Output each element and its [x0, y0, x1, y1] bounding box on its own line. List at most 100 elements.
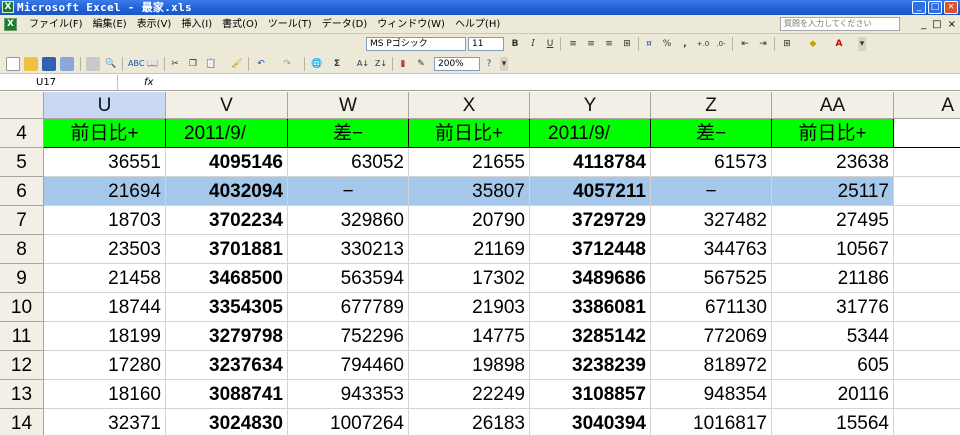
cell-z7[interactable]: 327482 — [651, 206, 772, 235]
cell-ab14[interactable] — [894, 409, 960, 435]
column-header-ab[interactable]: A — [894, 92, 960, 119]
row-header[interactable]: 9 — [0, 264, 44, 293]
bold-button[interactable]: B — [508, 37, 522, 51]
cell-x4[interactable]: 前日比+ — [409, 119, 530, 148]
cell-u7[interactable]: 18703 — [44, 206, 166, 235]
cell-z12[interactable]: 818972 — [651, 351, 772, 380]
cell-w10[interactable]: 677789 — [288, 293, 409, 322]
autosum-button[interactable]: Σ — [330, 57, 344, 71]
doc-restore-button[interactable]: □ — [932, 18, 941, 31]
row-header[interactable]: 13 — [0, 380, 44, 409]
row-header[interactable]: 4 — [0, 119, 44, 148]
cell-u14[interactable]: 32371 — [44, 409, 166, 435]
cell-v4[interactable]: 2011/9/ — [166, 119, 288, 148]
underline-button[interactable]: U — [543, 37, 557, 51]
row-header[interactable]: 5 — [0, 148, 44, 177]
row-header[interactable]: 12 — [0, 351, 44, 380]
cell-w14[interactable]: 1007264 — [288, 409, 409, 435]
zoom-select[interactable]: 200% — [434, 57, 480, 71]
open-icon[interactable] — [24, 57, 38, 71]
doc-minimize-button[interactable]: _ — [921, 18, 926, 31]
font-size-select[interactable]: 11 — [468, 37, 504, 51]
cell-y7[interactable]: 3729729 — [530, 206, 651, 235]
row-header[interactable]: 11 — [0, 322, 44, 351]
menu-format[interactable]: 書式(O) — [217, 15, 263, 34]
cell-ab4[interactable] — [894, 119, 960, 148]
cell-ab8[interactable] — [894, 235, 960, 264]
cell-aa10[interactable]: 31776 — [772, 293, 894, 322]
cell-u8[interactable]: 23503 — [44, 235, 166, 264]
cell-z9[interactable]: 567525 — [651, 264, 772, 293]
cell-v5[interactable]: 4095146 — [166, 148, 288, 177]
print-icon[interactable] — [86, 57, 100, 71]
name-box[interactable]: U17 — [0, 75, 118, 90]
cell-v6[interactable]: 4032094 — [166, 177, 288, 206]
percent-button[interactable]: % — [660, 37, 674, 51]
cell-y8[interactable]: 3712448 — [530, 235, 651, 264]
cell-x8[interactable]: 21169 — [409, 235, 530, 264]
help-icon[interactable]: ? — [482, 57, 496, 71]
cell-v11[interactable]: 3279798 — [166, 322, 288, 351]
menu-data[interactable]: データ(D) — [317, 15, 373, 34]
cell-y4[interactable]: 2011/9/ — [530, 119, 651, 148]
cell-y13[interactable]: 3108857 — [530, 380, 651, 409]
row-header[interactable]: 7 — [0, 206, 44, 235]
cell-y10[interactable]: 3386081 — [530, 293, 651, 322]
borders-icon[interactable]: ⊞ — [780, 37, 794, 51]
cell-z13[interactable]: 948354 — [651, 380, 772, 409]
cell-x12[interactable]: 19898 — [409, 351, 530, 380]
cell-ab10[interactable] — [894, 293, 960, 322]
cell-v14[interactable]: 3024830 — [166, 409, 288, 435]
cell-v8[interactable]: 3701881 — [166, 235, 288, 264]
cell-aa14[interactable]: 15564 — [772, 409, 894, 435]
drawing-icon[interactable]: ✎ — [414, 57, 428, 71]
merge-center-icon[interactable]: ⊞ — [620, 37, 634, 51]
menu-window[interactable]: ウィンドウ(W) — [372, 15, 450, 34]
font-color-icon[interactable]: A — [832, 37, 846, 51]
workbook-icon[interactable]: X — [4, 18, 17, 31]
paste-icon[interactable]: 📋 — [204, 57, 218, 71]
row-header[interactable]: 14 — [0, 409, 44, 435]
column-header-y[interactable]: Y — [530, 92, 651, 119]
copy-icon[interactable]: ❐ — [186, 57, 200, 71]
column-header-w[interactable]: W — [288, 92, 409, 119]
cell-aa12[interactable]: 605 — [772, 351, 894, 380]
cell-u9[interactable]: 21458 — [44, 264, 166, 293]
cell-y6[interactable]: 4057211 — [530, 177, 651, 206]
cell-u4[interactable]: 前日比+ — [44, 119, 166, 148]
toolbar-options-icon[interactable]: ▾ — [858, 37, 866, 51]
save-icon[interactable] — [42, 57, 56, 71]
decrease-indent-icon[interactable]: ⇤ — [738, 37, 752, 51]
cell-z6[interactable]: − — [651, 177, 772, 206]
align-right-icon[interactable]: ≡ — [602, 37, 616, 51]
minimize-button[interactable]: _ — [912, 1, 926, 14]
cell-x9[interactable]: 17302 — [409, 264, 530, 293]
cell-y11[interactable]: 3285142 — [530, 322, 651, 351]
menu-file[interactable]: ファイル(F) — [24, 15, 88, 34]
column-header-aa[interactable]: AA — [772, 92, 894, 119]
spelling-icon[interactable]: ABC — [128, 57, 144, 71]
cell-w4[interactable]: 差− — [288, 119, 409, 148]
cell-x11[interactable]: 14775 — [409, 322, 530, 351]
toolbar-options-icon[interactable]: ▾ — [500, 57, 508, 71]
print-preview-icon[interactable]: 🔍 — [104, 57, 118, 71]
cell-v12[interactable]: 3237634 — [166, 351, 288, 380]
doc-close-button[interactable]: × — [948, 18, 956, 31]
help-search-input[interactable]: 質問を入力してください — [780, 17, 900, 31]
menu-insert[interactable]: 挿入(I) — [176, 15, 217, 34]
cell-aa7[interactable]: 27495 — [772, 206, 894, 235]
cell-y5[interactable]: 4118784 — [530, 148, 651, 177]
redo-icon[interactable]: ↷ — [280, 57, 294, 71]
italic-button[interactable]: I — [526, 37, 540, 51]
cell-v13[interactable]: 3088741 — [166, 380, 288, 409]
cell-z4[interactable]: 差− — [651, 119, 772, 148]
research-icon[interactable]: 📖 — [146, 57, 160, 71]
column-header-z[interactable]: Z — [651, 92, 772, 119]
increase-indent-icon[interactable]: ⇥ — [756, 37, 770, 51]
cell-x14[interactable]: 26183 — [409, 409, 530, 435]
undo-icon[interactable]: ↶ — [254, 57, 268, 71]
fx-icon[interactable]: fx — [144, 75, 153, 90]
cell-ab13[interactable] — [894, 380, 960, 409]
close-button[interactable]: × — [944, 1, 958, 14]
cell-u5[interactable]: 36551 — [44, 148, 166, 177]
